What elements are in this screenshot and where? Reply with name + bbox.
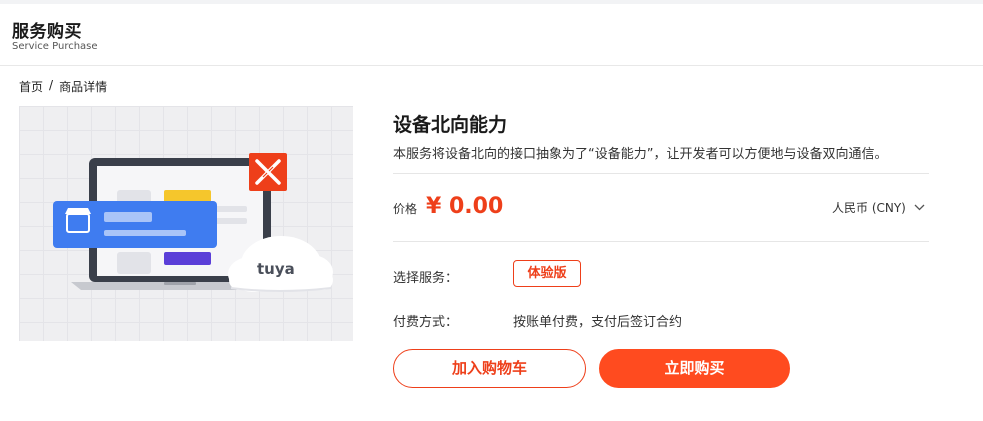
tools-icon [249,153,287,191]
divider [393,173,929,174]
price-label: 价格 [393,202,418,216]
payment-label: 付费方式： [393,315,459,330]
product-image: tuya [19,106,353,341]
price-value: ¥ 0.00 [426,194,504,219]
currency-select[interactable]: 人民币 (CNY) [832,199,925,216]
store-card-icon [53,201,217,248]
service-label: 选择服务： [393,271,459,286]
tuya-logo: tuya [257,260,295,278]
divider [393,241,929,242]
page-title: 服务购买 [12,22,82,42]
page-header: 服务购买 Service Purchase [0,4,983,66]
product-illustration: tuya [53,153,333,292]
product-description: 本服务将设备北向的接口抽象为了“设备能力”，让开发者可以方便地与设备双向通信。 [393,147,888,162]
add-to-cart-button[interactable]: 加入购物车 [393,349,586,388]
breadcrumb-separator: / [49,78,54,92]
buy-now-button[interactable]: 立即购买 [599,349,790,388]
payment-method-value: 按账单付费，支付后签订合约 [513,315,683,330]
page-subtitle: Service Purchase [12,41,98,52]
product-title: 设备北向能力 [393,114,508,136]
breadcrumb: 首页 / 商品详情 [19,78,107,95]
service-option-trial[interactable]: 体验版 [513,260,581,287]
currency-value: 人民币 (CNY) [832,201,906,215]
breadcrumb-home-link[interactable]: 首页 [19,78,43,95]
chevron-down-icon [914,204,925,211]
breadcrumb-current: 商品详情 [59,80,108,94]
